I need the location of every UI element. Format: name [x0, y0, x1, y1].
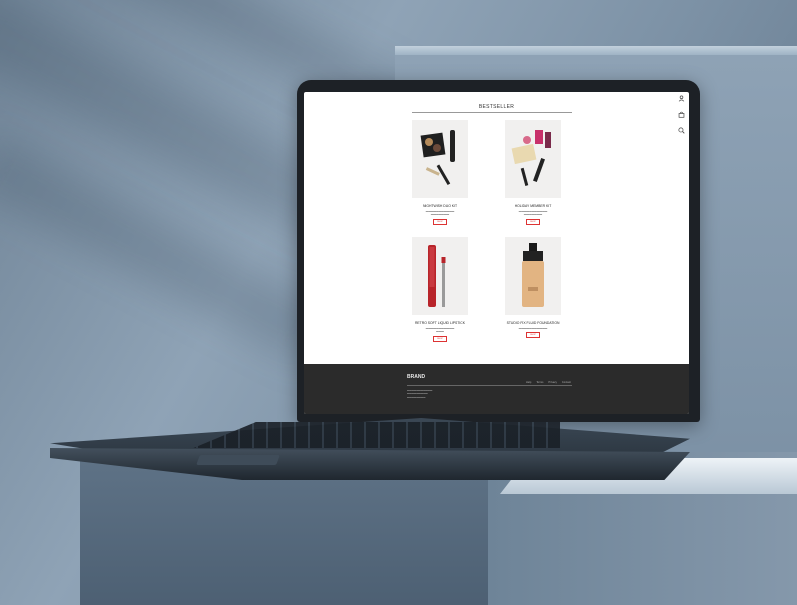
product-card[interactable]: STUDIO FIX FLUID FOUNDATION ▬▬▬▬▬▬▬▬▬▬▬ … [505, 237, 561, 339]
section-title: BESTSELLER [478, 104, 515, 110]
footer-link[interactable]: Privacy [548, 381, 557, 384]
photo-scene: BESTSELLER NIGHTWISH DUO KIT ▬▬▬▬▬▬▬▬▬▬▬… [0, 0, 797, 605]
product-image[interactable] [412, 120, 468, 198]
header-icons [678, 95, 685, 134]
product-description: ▬▬▬▬▬▬▬▬▬▬▬ ▬▬▬▬▬▬▬ [518, 210, 548, 217]
footer-logo[interactable]: BRAND [407, 374, 425, 380]
site-footer: BRAND Help Terms Privacy Contact ▬▬▬▬▬▬▬… [304, 364, 689, 414]
product-card[interactable]: NIGHTWISH DUO KIT ▬▬▬▬▬▬▬▬▬▬▬ ▬▬▬▬▬▬▬ SHO… [412, 120, 468, 225]
footer-divider [407, 385, 572, 386]
laptop-screen: BESTSELLER NIGHTWISH DUO KIT ▬▬▬▬▬▬▬▬▬▬▬… [304, 92, 689, 414]
product-image[interactable] [505, 237, 561, 315]
shop-button[interactable]: SHOP [526, 332, 540, 339]
product-name: RETRO SOFT LIQUID LIPSTICK [414, 321, 466, 325]
shop-button[interactable]: SHOP [433, 218, 447, 225]
product-description: ▬▬▬▬▬▬▬▬▬▬▬ ▬▬▬▬▬▬▬ [425, 210, 455, 217]
section-divider [412, 112, 572, 113]
footer-link[interactable]: Terms [536, 381, 543, 384]
product-name: STUDIO FIX FLUID FOUNDATION [506, 321, 560, 325]
shop-button[interactable]: SHOP [433, 335, 447, 342]
laptop-keyboard [193, 422, 560, 448]
product-card[interactable]: RETRO SOFT LIQUID LIPSTICK ▬▬▬▬▬▬▬▬▬▬▬ ▬▬… [412, 237, 468, 342]
product-description: ▬▬▬▬▬▬▬▬▬▬▬ ▬▬▬ [425, 327, 455, 334]
footer-links: Help Terms Privacy Contact [526, 381, 571, 384]
footer-fineprint: ▬▬▬▬▬▬▬▬▬▬▬ ▬▬▬▬▬▬▬▬▬ ▬▬▬▬▬▬▬▬ [407, 390, 433, 399]
shop-button[interactable]: SHOP [526, 218, 540, 225]
product-name: HOLIDAY MEMBER KIT [514, 204, 552, 208]
product-description: ▬▬▬▬▬▬▬▬▬▬▬ [518, 327, 548, 330]
product-card[interactable]: HOLIDAY MEMBER KIT ▬▬▬▬▬▬▬▬▬▬▬ ▬▬▬▬▬▬▬ SH… [505, 120, 561, 225]
bag-icon[interactable] [678, 111, 685, 118]
footer-link[interactable]: Contact [562, 381, 571, 384]
user-icon[interactable] [678, 95, 685, 102]
product-image[interactable] [412, 237, 468, 315]
product-image[interactable] [505, 120, 561, 198]
search-icon[interactable] [678, 127, 685, 134]
footer-link[interactable]: Help [526, 381, 531, 384]
product-name: NIGHTWISH DUO KIT [422, 204, 458, 208]
laptop-trackpad [196, 455, 280, 465]
